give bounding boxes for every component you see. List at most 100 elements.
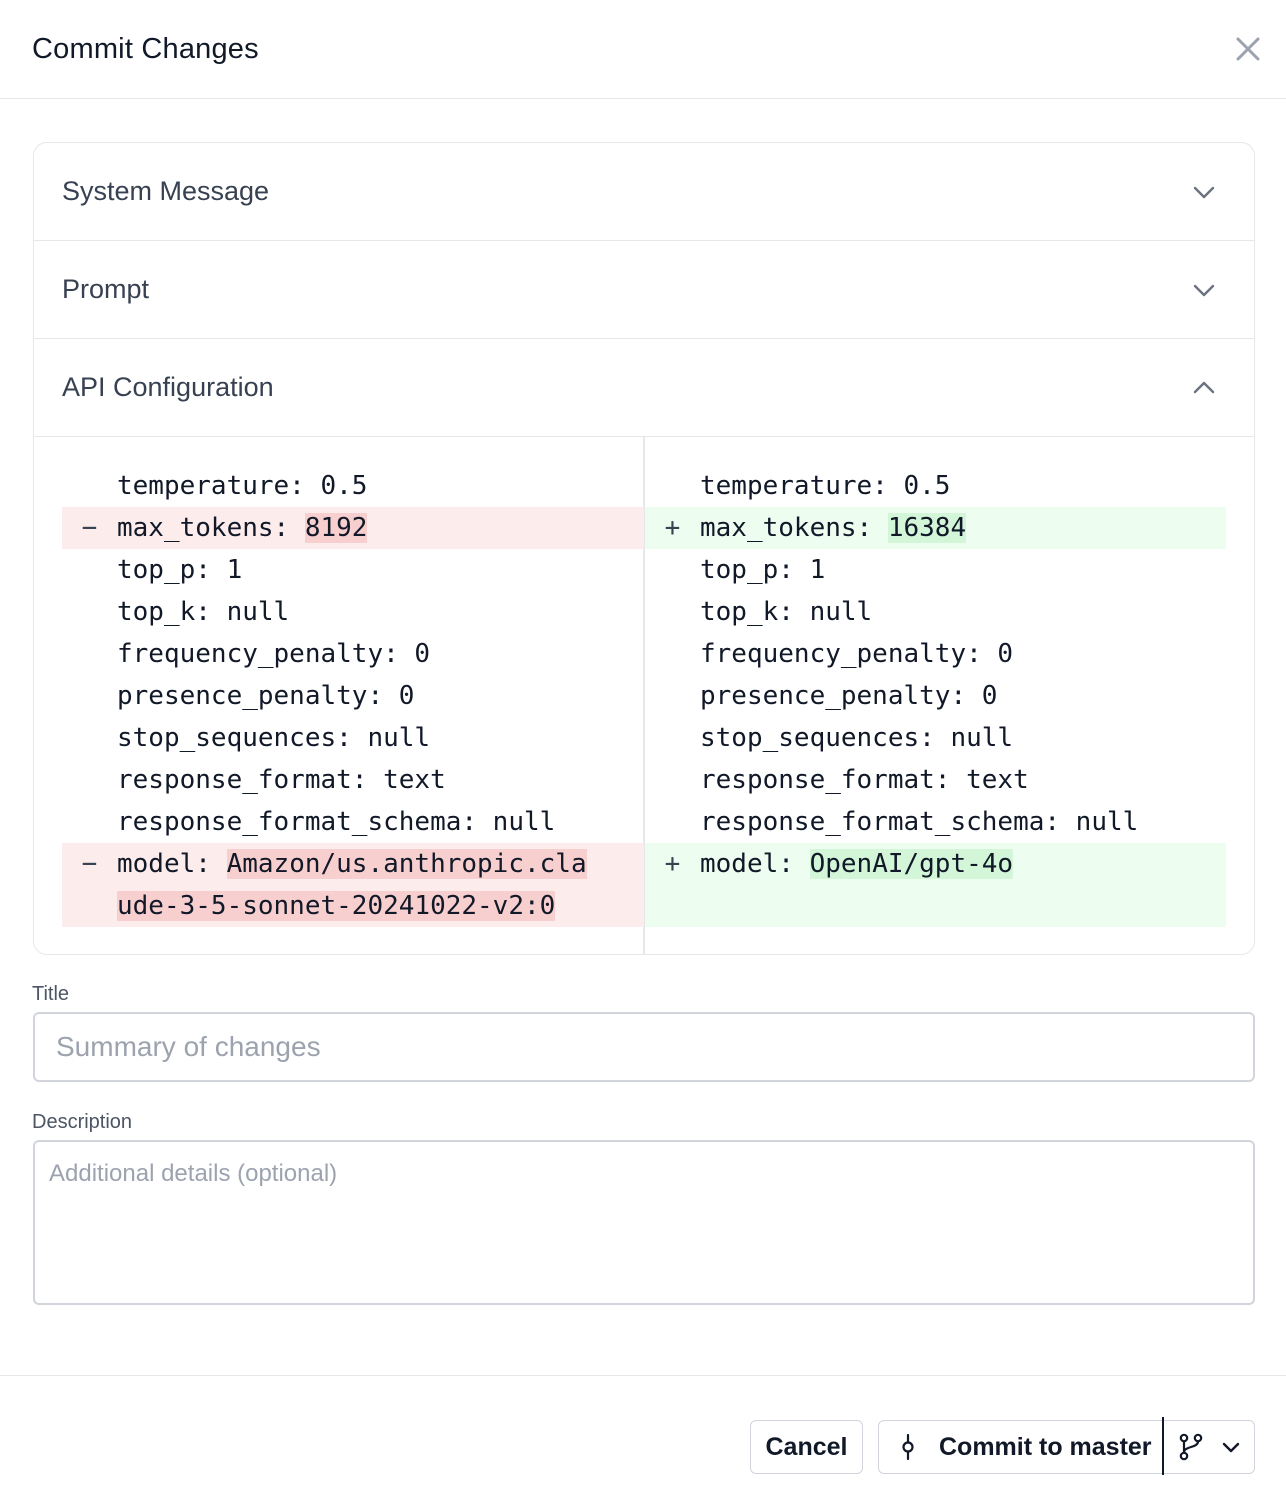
commit-button-label: Commit to master <box>939 1432 1152 1461</box>
title-label: Title <box>32 983 70 1005</box>
diff-view: temperature: 0.5− max_tokens: 8192 top_p: … <box>34 437 1254 954</box>
diff-line: response_format_schema: null <box>62 801 644 843</box>
branch-dropdown-button[interactable] <box>1164 1421 1242 1473</box>
diff-line: top_k: null <box>645 591 1226 633</box>
diff-changed-value-continued: ude-3-5-sonnet-20241022-v2:0 <box>117 891 556 921</box>
diff-code: response_format_schema: null <box>117 807 556 837</box>
diff-code: model: Amazon/us.anthropic.cla ude-3-5-so… <box>117 843 644 927</box>
diff-code: response_format: text <box>700 765 1029 795</box>
chevron-up-icon <box>1193 381 1215 393</box>
diff-line: response_format_schema: null <box>645 801 1226 843</box>
added-marker: + <box>664 849 681 879</box>
close-icon <box>1236 37 1260 61</box>
diff-code: model: OpenAI/gpt-4o​ <box>700 843 1226 927</box>
diff-code: frequency_penalty: 0 <box>700 639 1014 669</box>
diff-line: stop_sequences: null <box>645 717 1226 759</box>
diff-line: frequency_penalty: 0 <box>645 633 1226 675</box>
cancel-button[interactable]: Cancel <box>750 1420 863 1474</box>
diff-line: response_format: text <box>645 759 1226 801</box>
diff-line: top_k: null <box>62 591 644 633</box>
commit-button[interactable]: Commit to master <box>879 1421 1162 1473</box>
diff-marker <box>62 759 117 801</box>
dialog-title: Commit Changes <box>32 32 259 65</box>
diff-line: temperature: 0.5 <box>645 465 1226 507</box>
removed-marker: − <box>81 849 98 879</box>
description-textarea[interactable]: Additional details (optional) <box>33 1140 1255 1305</box>
diff-marker <box>645 675 700 717</box>
section-title: API Configuration <box>62 372 274 402</box>
diff-line: response_format: text <box>62 759 644 801</box>
diff-line: − max_tokens: 8192 <box>62 507 644 549</box>
section-title: System Message <box>62 176 270 206</box>
dialog-footer: Cancel Commit to master <box>0 1375 1286 1510</box>
diff-marker <box>645 633 700 675</box>
section-title: Prompt <box>62 274 150 304</box>
diff-changed-value: 16384 <box>887 513 967 543</box>
description-label: Description <box>32 1111 133 1133</box>
chevron-down-icon <box>1193 186 1215 198</box>
description-placeholder: Additional details (optional) <box>49 1160 338 1187</box>
diff-line: temperature: 0.5 <box>62 465 644 507</box>
close-button[interactable] <box>1230 31 1266 67</box>
diff-code: stop_sequences: null <box>117 723 431 753</box>
diff-key: max_tokens: <box>117 513 305 543</box>
commit-changes-dialog: Commit Changes System Message Prompt API… <box>0 0 1286 1510</box>
diff-code: temperature: 0.5 <box>700 471 951 501</box>
diff-code: top_k: null <box>700 597 873 627</box>
diff-code: response_format_schema: null <box>700 807 1139 837</box>
diff-line: + max_tokens: 16384 <box>645 507 1226 549</box>
diff-code: frequency_penalty: 0 <box>117 639 431 669</box>
diff-code: top_p: 1 <box>117 555 243 585</box>
diff-code: top_k: null <box>117 597 290 627</box>
diff-code: presence_penalty: 0 <box>117 681 415 711</box>
diff-code: top_p: 1 <box>700 555 826 585</box>
diff-changed-value: 8192 <box>304 513 368 543</box>
commit-split-button: Commit to master <box>878 1417 1255 1475</box>
diff-line: + model: OpenAI/gpt-4o​ <box>645 843 1226 927</box>
diff-line: − model: Amazon/us.anthropic.cla ude-3-5-s… <box>62 843 644 927</box>
diff-marker <box>62 717 117 759</box>
git-commit-icon <box>902 1434 914 1460</box>
diff-key: model: <box>700 849 810 879</box>
chevron-down-icon <box>1222 1442 1240 1453</box>
diff-line: top_p: 1 <box>645 549 1226 591</box>
title-placeholder: Summary of changes <box>56 1031 321 1062</box>
diff-line: presence_penalty: 0 <box>62 675 644 717</box>
diff-marker <box>645 801 700 843</box>
diff-code: presence_penalty: 0 <box>700 681 998 711</box>
diff-marker <box>62 675 117 717</box>
diff-key: max_tokens: <box>700 513 888 543</box>
diff-line: top_p: 1 <box>62 549 644 591</box>
removed-marker: − <box>81 513 98 543</box>
chevron-down-icon <box>1193 284 1215 296</box>
diff-marker <box>62 633 117 675</box>
dialog-header: Commit Changes <box>0 0 1286 99</box>
git-branch-icon <box>1179 1433 1203 1461</box>
diff-marker <box>645 549 700 591</box>
section-api-configuration[interactable]: API Configuration <box>34 339 1254 437</box>
diff-code: stop_sequences: null <box>700 723 1014 753</box>
diff-code: response_format: text <box>117 765 446 795</box>
section-prompt[interactable]: Prompt <box>34 241 1254 339</box>
diff-marker <box>645 591 700 633</box>
diff-new-column: temperature: 0.5 + max_tokens: 16384 top_p:… <box>645 465 1226 927</box>
diff-line: presence_penalty: 0 <box>645 675 1226 717</box>
diff-changed-value: Amazon/us.anthropic.cla <box>226 849 587 879</box>
diff-marker <box>645 759 700 801</box>
added-marker: + <box>664 513 681 543</box>
diff-old-column: temperature: 0.5− max_tokens: 8192 top_p: … <box>62 465 644 927</box>
diff-marker <box>62 465 117 507</box>
diff-marker <box>62 801 117 843</box>
diff-code: max_tokens: 16384 <box>700 507 1226 549</box>
diff-line: frequency_penalty: 0 <box>62 633 644 675</box>
diff-code: temperature: 0.5 <box>117 471 368 501</box>
section-system-message[interactable]: System Message <box>34 143 1254 241</box>
diff-key: model: <box>117 849 227 879</box>
title-input[interactable]: Summary of changes <box>33 1012 1255 1082</box>
diff-line: stop_sequences: null <box>62 717 644 759</box>
diff-changed-value: OpenAI/gpt-4o <box>809 849 1014 879</box>
changes-accordion: System Message Prompt API Configuration … <box>33 142 1255 955</box>
diff-marker <box>645 465 700 507</box>
diff-marker <box>62 549 117 591</box>
diff-code: max_tokens: 8192 <box>117 507 644 549</box>
